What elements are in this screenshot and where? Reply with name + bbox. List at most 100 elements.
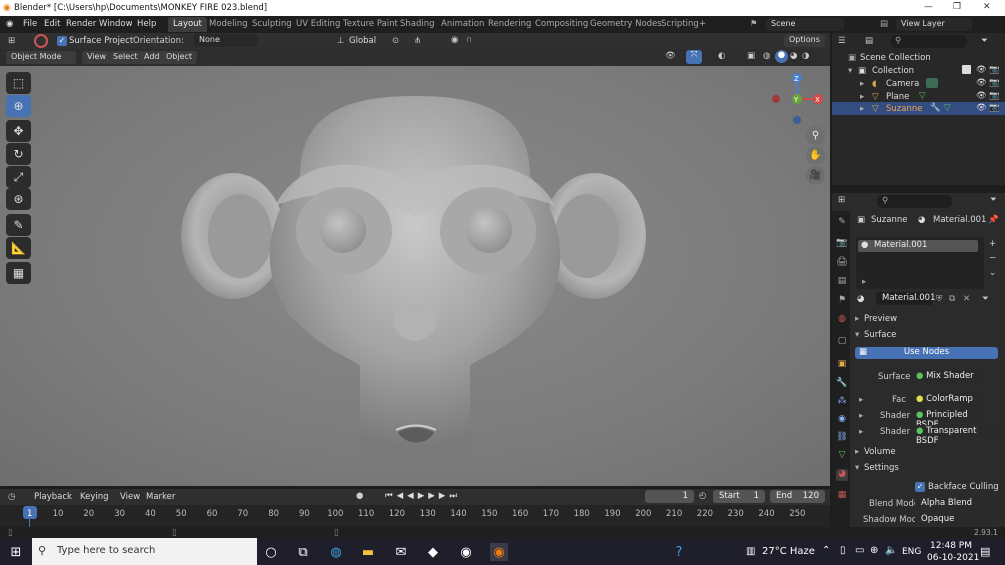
- tray-chevron-icon[interactable]: ⌃: [822, 545, 830, 556]
- properties-options-icon[interactable]: ⏷: [990, 195, 997, 205]
- menu-timeline-view[interactable]: View: [120, 492, 140, 502]
- collapse-arrow-icon[interactable]: ▾: [855, 463, 859, 473]
- minimize-button[interactable]: —: [924, 2, 933, 12]
- output-tab-icon[interactable]: 🖨: [836, 257, 848, 269]
- network-icon[interactable]: ⊕: [870, 545, 878, 556]
- current-frame-field[interactable]: 1: [645, 490, 694, 503]
- maximize-button[interactable]: ❐: [953, 2, 961, 12]
- blender-taskbar-icon[interactable]: ◉: [490, 543, 508, 561]
- move-tool-icon[interactable]: ✥: [6, 120, 31, 142]
- outliner-collection[interactable]: Collection: [872, 66, 914, 76]
- menu-keying[interactable]: Keying: [80, 492, 109, 502]
- tab-shading[interactable]: Shading: [395, 17, 440, 32]
- menu-window[interactable]: Window: [99, 19, 133, 29]
- select-box-tool-icon[interactable]: ⬚: [6, 72, 31, 94]
- outliner-item-plane[interactable]: Plane: [886, 92, 909, 102]
- outliner-editor-icon[interactable]: ☰: [838, 36, 846, 46]
- modifier-tab-icon[interactable]: 🔧: [836, 378, 848, 390]
- world-tab-icon[interactable]: ◍: [836, 314, 848, 326]
- task-view-icon[interactable]: ⧉: [294, 543, 312, 561]
- cortana-icon[interactable]: ○: [262, 543, 280, 561]
- shader1-field[interactable]: ● Principled BSDF: [910, 409, 984, 430]
- end-frame-field[interactable]: End 120: [770, 490, 825, 503]
- menu-playback[interactable]: Playback: [34, 492, 72, 502]
- tab-layout[interactable]: Layout: [168, 17, 207, 32]
- help-icon[interactable]: ?: [670, 543, 688, 561]
- menu-render[interactable]: Render: [66, 19, 96, 29]
- outliner-search-input[interactable]: ⚲: [890, 35, 967, 48]
- snap-icon[interactable]: ⋔: [414, 36, 421, 46]
- playback-controls-icon[interactable]: ⏮◀◀▶▶▶⏭: [385, 491, 461, 501]
- tab-compositing[interactable]: Compositing: [530, 17, 593, 32]
- section-volume[interactable]: Volume: [864, 447, 896, 457]
- tab-geometry-nodes[interactable]: Geometry Nodes: [585, 17, 667, 32]
- scene-tab-icon[interactable]: ⚑: [836, 295, 848, 307]
- browse-material-icon[interactable]: ◕: [857, 294, 864, 304]
- material-slot-row[interactable]: ● Material.001: [858, 240, 978, 252]
- section-preview[interactable]: Preview: [864, 314, 897, 324]
- material-shading-icon[interactable]: ◕: [790, 51, 797, 61]
- mode-dropdown[interactable]: Object Mode: [6, 51, 76, 64]
- outliner-item-suzanne[interactable]: Suzanne: [886, 104, 922, 114]
- tool-tab-icon[interactable]: ✎: [836, 217, 848, 229]
- wireframe-shading-icon[interactable]: ◍: [763, 51, 770, 61]
- pivot-point-icon[interactable]: ⊙: [392, 36, 399, 46]
- fake-user-icon[interactable]: ⛨: [936, 294, 942, 304]
- rendered-shading-icon[interactable]: ◑: [802, 51, 809, 61]
- collection-tab-icon[interactable]: ▢: [836, 336, 848, 348]
- dropbox-icon[interactable]: ◆: [424, 543, 442, 561]
- outliner-item-camera[interactable]: Camera: [886, 79, 919, 89]
- view-layer-selector[interactable]: View Layer: [896, 18, 972, 31]
- collection-render-icon[interactable]: 📷: [989, 65, 1000, 75]
- measure-tool-icon[interactable]: 📐: [6, 237, 31, 259]
- menu-view[interactable]: View: [82, 51, 111, 64]
- tab-texture-paint[interactable]: Texture Paint: [338, 17, 403, 32]
- camera-visibility-icon[interactable]: 👁: [976, 78, 987, 88]
- duplicate-icon[interactable]: ⧉: [949, 294, 955, 304]
- options-dropdown[interactable]: Options: [784, 34, 825, 47]
- suzanne-visibility-icon[interactable]: 👁: [976, 103, 987, 113]
- visibility-icon[interactable]: 👁: [665, 51, 676, 61]
- cursor-tool-icon[interactable]: ⊕: [6, 95, 31, 117]
- navigation-gizmo[interactable]: Z X Y: [768, 70, 828, 126]
- language-indicator[interactable]: ENG: [902, 547, 921, 557]
- rotate-tool-icon[interactable]: ↻: [6, 143, 31, 165]
- volume-icon[interactable]: 🔈: [885, 545, 897, 556]
- object-tab-icon[interactable]: ▣: [836, 359, 848, 371]
- filter-icon[interactable]: ⏷: [981, 36, 988, 46]
- menu-help[interactable]: Help: [137, 19, 156, 29]
- edge-icon[interactable]: ◍: [327, 543, 345, 561]
- plane-render-icon[interactable]: 📷: [989, 91, 1000, 101]
- plane-visibility-icon[interactable]: 👁: [976, 91, 987, 101]
- outliner-scene-collection[interactable]: Scene Collection: [860, 53, 931, 63]
- tab-modeling[interactable]: Modeling: [204, 17, 253, 32]
- solid-shading-icon[interactable]: ●: [775, 50, 788, 63]
- texture-tab-icon[interactable]: ▦: [836, 490, 848, 502]
- timeline-editor-icon[interactable]: ◷: [8, 492, 15, 502]
- falloff-icon[interactable]: ∩: [466, 35, 472, 45]
- clock-time[interactable]: 12:48 PM: [930, 541, 972, 551]
- expand-arrow-icon[interactable]: ▸: [860, 79, 864, 89]
- mail-icon[interactable]: ✉: [392, 543, 410, 561]
- editor-type-icon[interactable]: ⊞: [8, 36, 15, 46]
- view-layer-tab-icon[interactable]: ▤: [836, 276, 848, 288]
- expand-arrow-icon[interactable]: ▸: [859, 427, 863, 437]
- remove-slot-icon[interactable]: −: [989, 253, 996, 263]
- transform-pivot-icon[interactable]: [34, 34, 48, 48]
- menu-marker[interactable]: Marker: [146, 492, 175, 502]
- scene-selector[interactable]: Scene: [766, 18, 844, 31]
- node-filter-icon[interactable]: ⏷: [982, 294, 989, 304]
- expand-arrow-icon[interactable]: ▾: [848, 66, 852, 76]
- file-explorer-icon[interactable]: ▬: [359, 543, 377, 561]
- collection-visibility-icon[interactable]: 👁: [976, 65, 987, 75]
- data-tab-icon[interactable]: ▽: [836, 450, 848, 462]
- expand-arrow-icon[interactable]: ▸: [855, 447, 859, 457]
- particles-tab-icon[interactable]: ⁂: [836, 396, 848, 408]
- expand-arrow-icon[interactable]: ▸: [860, 104, 864, 114]
- start-frame-field[interactable]: Start 1: [713, 490, 765, 503]
- tab-rendering[interactable]: Rendering: [483, 17, 536, 32]
- weather-text[interactable]: 27°C Haze: [762, 546, 815, 557]
- constraints-tab-icon[interactable]: ⛓: [836, 432, 848, 444]
- add-slot-icon[interactable]: +: [989, 239, 996, 249]
- camera-view-icon[interactable]: 🎥: [806, 166, 825, 185]
